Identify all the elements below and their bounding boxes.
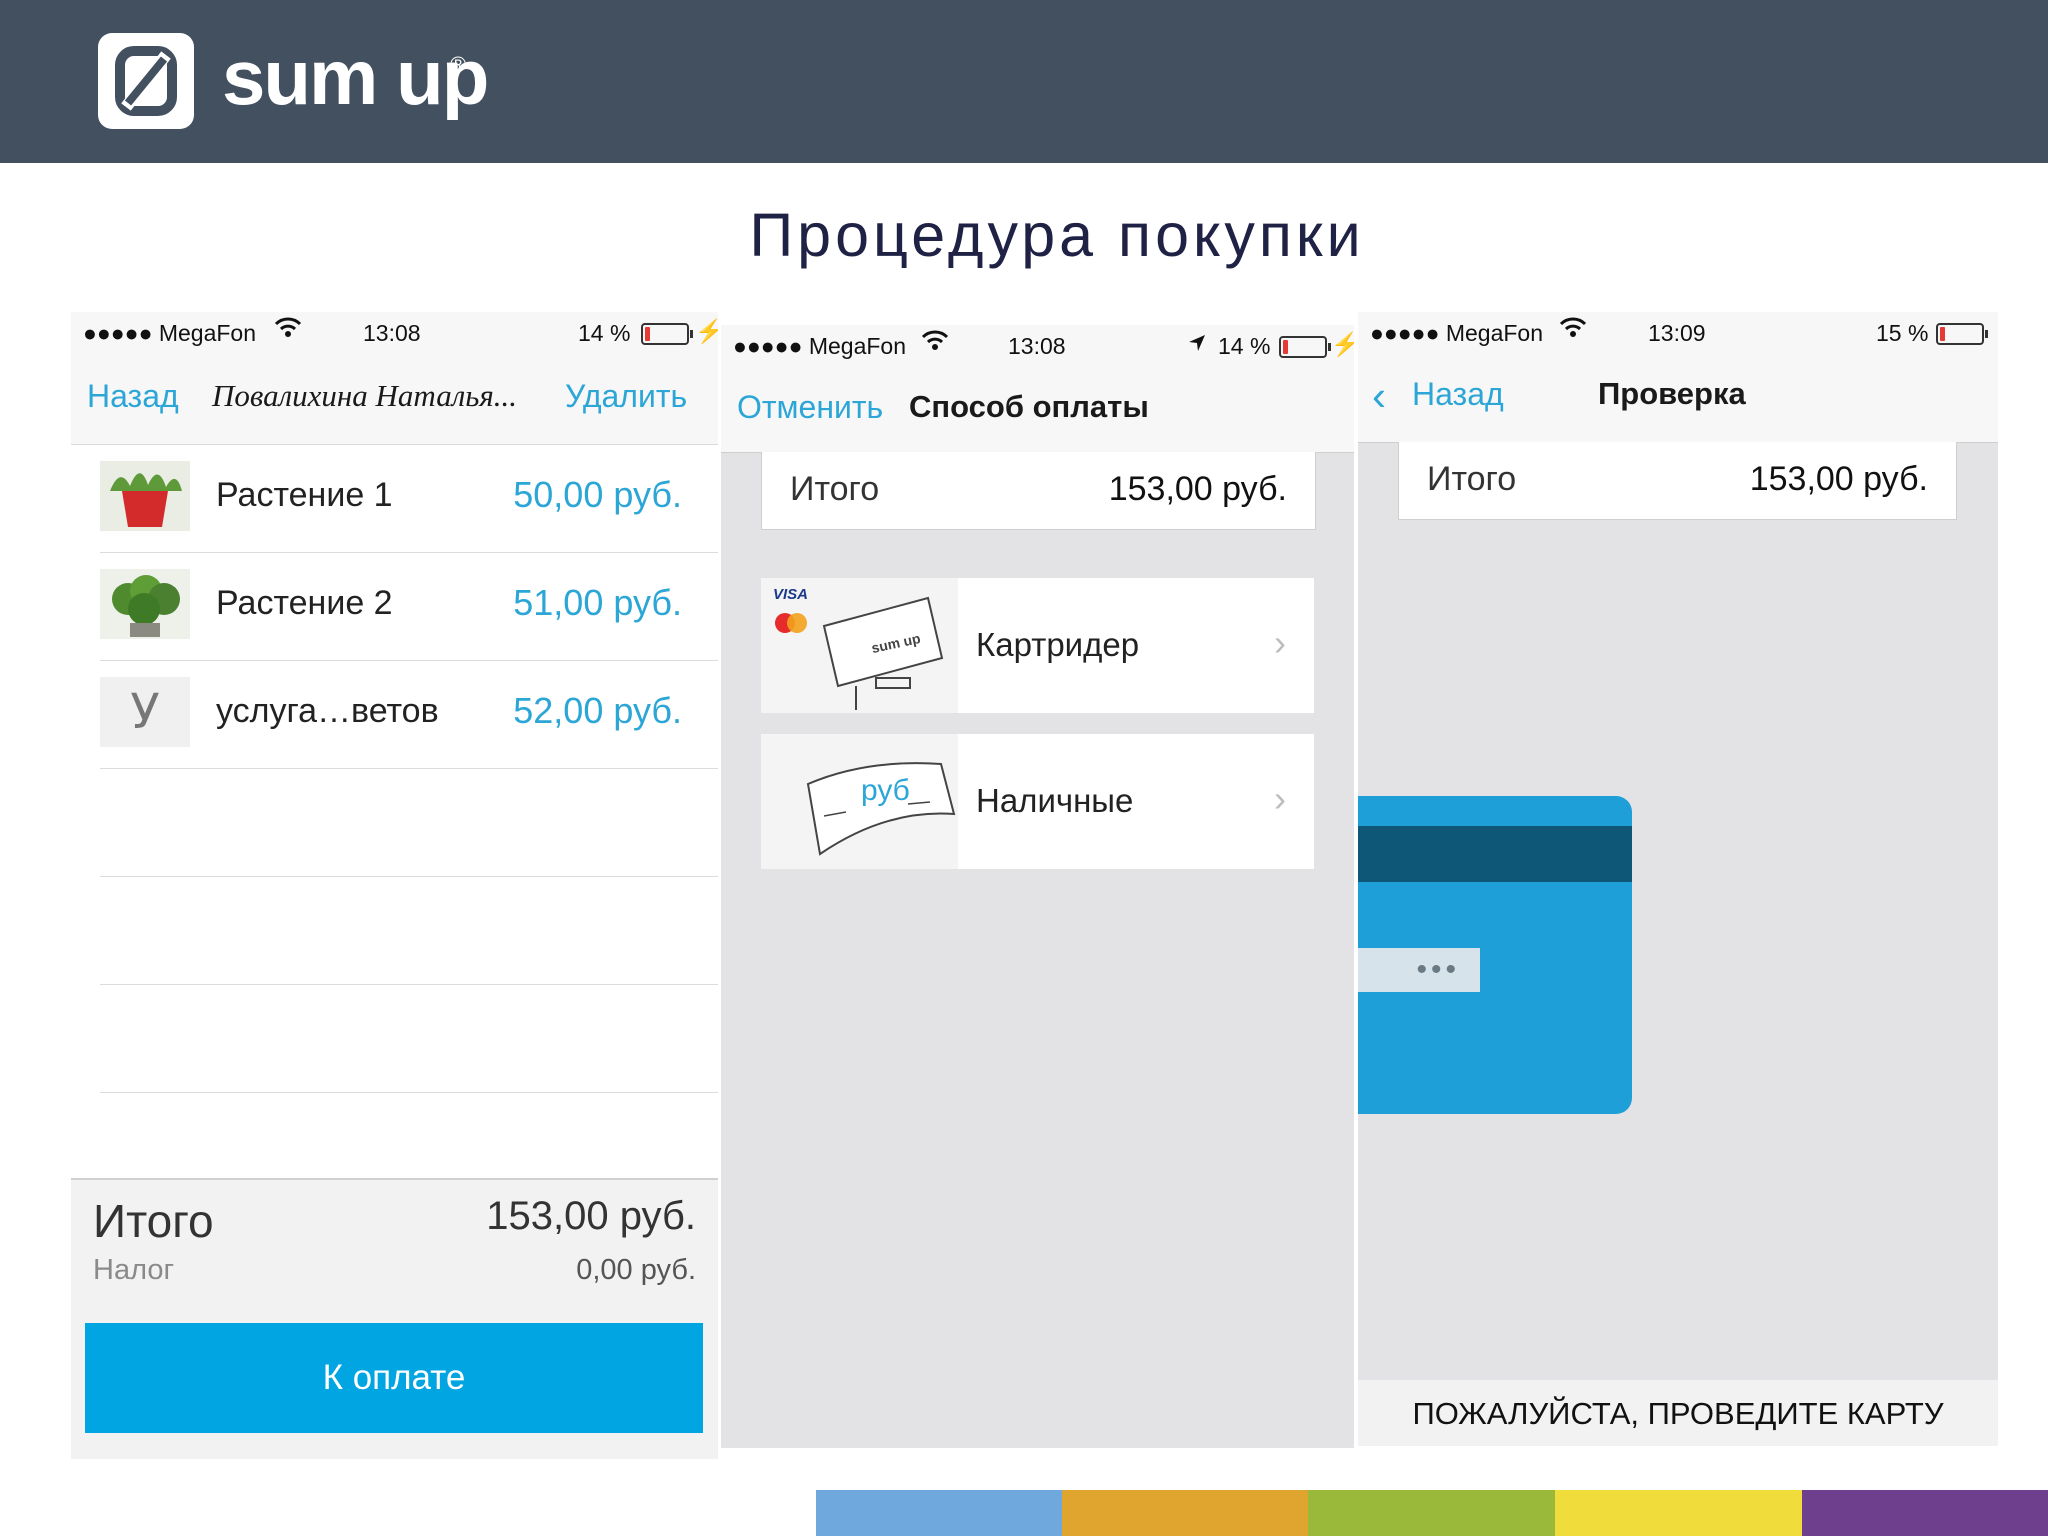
carrier: ●●●●● MegaFon (83, 320, 257, 346)
carrier: ●●●●● MegaFon (1370, 320, 1544, 346)
method-card-reader[interactable]: VISA sum up Картридер › (761, 578, 1314, 713)
delete-button[interactable]: Удалить (565, 378, 687, 415)
item-price: 51,00 руб. (513, 582, 682, 623)
swipe-prompt-bar: ПОЖАЛУЙСТА, ПРОВЕДИТЕ КАРТУ (1358, 1380, 1998, 1446)
plant-2-photo (100, 569, 190, 639)
stripe-yellow (1555, 1490, 1802, 1536)
empty-row-divider (100, 984, 718, 985)
item-price: 50,00 руб. (513, 474, 682, 515)
status-bar: ●●●●● MegaFon 13:09 15 % (1358, 312, 1998, 352)
item-name: Растение 1 (216, 476, 393, 514)
battery-icon (1279, 336, 1331, 358)
card-reader-icon: VISA sum up (761, 578, 958, 713)
clock: 13:09 (1648, 320, 1706, 346)
note-currency-text: руб (861, 774, 910, 807)
item-letter-thumb: У (100, 677, 190, 747)
method-cash[interactable]: руб Наличные › (761, 734, 1314, 869)
battery-percent: 14 % (578, 320, 631, 346)
total-label: Итого (790, 470, 880, 508)
payment-method-title: Способ оплаты (909, 389, 1149, 424)
brand-name: sum up (222, 33, 489, 121)
plant-1-photo (100, 461, 190, 531)
charging-icon: ⚡ (1331, 331, 1354, 357)
tax-value: 0,00 руб. (576, 1254, 696, 1286)
battery-percent: 15 % (1876, 320, 1929, 346)
battery-icon (1936, 323, 1988, 345)
wifi-icon (921, 329, 949, 357)
clock: 13:08 (363, 320, 421, 346)
chevron-right-icon: › (1274, 778, 1286, 819)
cancel-button[interactable]: Отменить (737, 389, 883, 426)
magnetic-stripe (1358, 826, 1632, 882)
pay-button[interactable]: К оплате (85, 1323, 703, 1433)
payment-method-screen: ●●●●● MegaFon 13:08 14 % ⚡ Отменить Спос… (721, 325, 1354, 1448)
stripe-purple (1802, 1490, 2048, 1536)
method-label: Картридер (976, 626, 1140, 663)
swipe-prompt: ПОЖАЛУЙСТА, ПРОВЕДИТЕ КАРТУ (1412, 1396, 1944, 1431)
empty-row-divider (100, 876, 718, 877)
chevron-left-icon[interactable]: ‹ (1372, 372, 1386, 420)
cart-totals: Итого 153,00 руб. Налог 0,00 руб. К опла… (71, 1178, 718, 1459)
charging-icon: ⚡ (695, 318, 718, 344)
total-value: 153,00 руб. (1108, 470, 1287, 508)
item-name: Растение 2 (216, 584, 393, 622)
customer-name-title: Повалихина Наталья... (212, 378, 517, 413)
tax-label: Налог (93, 1254, 175, 1286)
status-bar: ●●●●● MegaFon 13:08 14 % ⚡ (721, 325, 1354, 365)
total-row: Итого 153,00 руб. (761, 452, 1316, 530)
stripe-blue (816, 1490, 1062, 1536)
check-title: Проверка (1598, 376, 1746, 411)
brand-registered-mark: ® (450, 52, 467, 77)
wifi-icon (1559, 316, 1587, 344)
carrier: ●●●●● MegaFon (733, 333, 907, 359)
total-label: Итого (1427, 460, 1517, 498)
cash-note-icon: руб (761, 734, 958, 869)
total-label: Итого (93, 1195, 214, 1247)
clock: 13:08 (1008, 333, 1066, 359)
method-label: Наличные (976, 782, 1134, 819)
visa-label: VISA (773, 586, 809, 603)
signature-panel: ••• (1358, 948, 1480, 992)
status-bar: ●●●●● MegaFon 13:08 14 % ⚡ (71, 312, 718, 352)
credit-card-graphic: ••• (1358, 796, 1632, 1114)
empty-row-divider (100, 1092, 718, 1093)
cart-item-row[interactable]: Растение 1 50,00 руб. (100, 444, 718, 553)
item-price: 52,00 руб. (513, 690, 682, 731)
mastercard-icon (775, 613, 807, 633)
wifi-icon (274, 316, 302, 344)
page-title: Процедура покупки (749, 201, 1365, 269)
battery-icon (641, 323, 693, 345)
total-row: Итого 153,00 руб. (1398, 442, 1957, 520)
back-button[interactable]: Назад (87, 378, 179, 415)
chevron-right-icon: › (1274, 622, 1286, 663)
sumup-logo-icon (98, 33, 194, 129)
back-button[interactable]: Назад (1412, 376, 1504, 413)
stripe-green (1308, 1490, 1555, 1536)
cart-screen: ●●●●● MegaFon 13:08 14 % ⚡ Назад Повалих… (71, 312, 718, 1459)
stripe-orange (1062, 1490, 1308, 1536)
location-arrow-icon (1188, 331, 1206, 358)
check-screen: ●●●●● MegaFon 13:09 15 % ‹ Назад Проверк… (1358, 312, 1998, 1446)
cart-item-row[interactable]: У услуга…ветов 52,00 руб. (100, 660, 718, 769)
total-value: 153,00 руб. (1749, 460, 1928, 498)
cart-item-row[interactable]: Растение 2 51,00 руб. (100, 552, 718, 661)
battery-percent: 14 % (1218, 333, 1271, 359)
total-value: 153,00 руб. (486, 1194, 696, 1238)
item-name: услуга…ветов (216, 692, 439, 730)
